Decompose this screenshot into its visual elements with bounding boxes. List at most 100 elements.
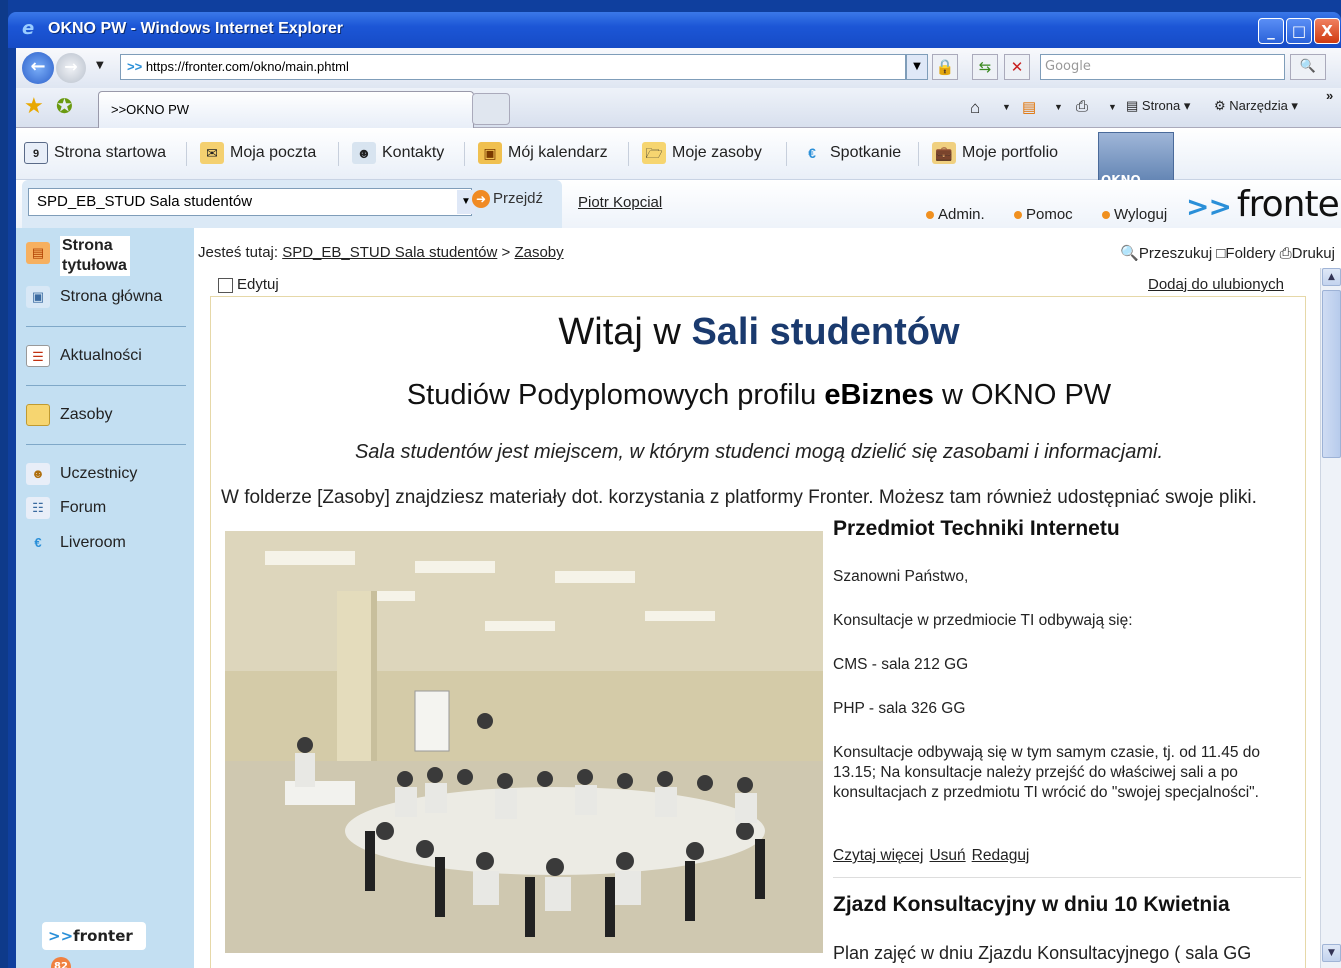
welcome-prefix: Witaj w bbox=[558, 311, 681, 353]
search-button[interactable]: 🔍 bbox=[1290, 54, 1326, 80]
rss-icon[interactable]: ▤ bbox=[1022, 98, 1036, 116]
refresh-icon[interactable]: ⇆ bbox=[972, 54, 998, 80]
favorites-star-icon[interactable]: ★ bbox=[24, 94, 44, 119]
menu-item-moje-portfolio[interactable]: 💼 Moje portfolio bbox=[932, 142, 1058, 166]
page-menu-label: Strona bbox=[1141, 98, 1181, 113]
search-input[interactable]: Google bbox=[1040, 54, 1285, 80]
delete-link[interactable]: Usuń bbox=[929, 847, 965, 864]
print-tool[interactable]: ⎙Drukuj bbox=[1280, 245, 1335, 262]
back-button[interactable]: ← bbox=[22, 52, 54, 84]
room-bar: SPD_EB_STUD Sala studentów ▼ ➜ Przejdź Pi… bbox=[16, 180, 1341, 228]
stop-icon[interactable]: ✕ bbox=[1004, 54, 1030, 80]
page-tools: 🔍Przeszukuj □Foldery ⎙Drukuj bbox=[1120, 244, 1335, 262]
home-icon[interactable]: ⌂ bbox=[970, 98, 980, 118]
edit-checkbox[interactable] bbox=[218, 277, 233, 293]
lock-icon[interactable]: 🔒 bbox=[932, 54, 958, 80]
new-tab-button[interactable] bbox=[472, 93, 510, 125]
search-tool[interactable]: 🔍Przeszukuj bbox=[1120, 245, 1212, 262]
news-icon: ☰ bbox=[26, 345, 50, 367]
minimize-button[interactable]: _ bbox=[1258, 18, 1284, 44]
bullet-icon bbox=[926, 211, 934, 220]
logout-link[interactable]: Wyloguj bbox=[1102, 206, 1167, 223]
breadcrumb-room-link[interactable]: SPD_EB_STUD Sala studentów bbox=[282, 244, 497, 261]
menu-item-kontakty[interactable]: ☻ Kontakty bbox=[352, 142, 444, 166]
article-greeting: Szanowni Państwo, bbox=[833, 568, 969, 585]
tab-okno-pw[interactable]: >>OKNO PW bbox=[98, 91, 474, 128]
menu-item-moje-zasoby[interactable]: 🗁 Moje zasoby bbox=[642, 142, 762, 166]
help-link[interactable]: Pomoc bbox=[1014, 206, 1073, 223]
read-more-link[interactable]: Czytaj więcej bbox=[833, 847, 923, 864]
address-bar[interactable]: >> https://fronter.com/okno/main.phtml bbox=[120, 54, 906, 80]
breadcrumb-prefix: Jesteś tutaj: bbox=[198, 244, 279, 261]
user-link[interactable]: Piotr Kopcial bbox=[578, 194, 662, 211]
breadcrumb-current-link[interactable]: Zasoby bbox=[514, 244, 563, 261]
maximize-button[interactable]: □ bbox=[1286, 18, 1312, 44]
sidebar-item-label: Aktualności bbox=[60, 347, 142, 365]
scroll-up-icon[interactable]: ▲ bbox=[1322, 268, 1341, 286]
rss-dropdown-icon[interactable]: ▼ bbox=[1054, 102, 1063, 112]
print-tool-label: Drukuj bbox=[1291, 245, 1335, 262]
page-menu[interactable]: ▤ Strona ▾ bbox=[1126, 98, 1190, 114]
print-icon[interactable]: ⎙ bbox=[1076, 98, 1088, 115]
menu-item-spotkanie[interactable]: € Spotkanie bbox=[800, 142, 901, 166]
home-dropdown-icon[interactable]: ▼ bbox=[1002, 102, 1011, 112]
search-icon: 🔍 bbox=[1299, 59, 1317, 74]
scroll-thumb[interactable] bbox=[1322, 290, 1341, 458]
menu-separator bbox=[786, 142, 787, 166]
print-dropdown-icon[interactable]: ▼ bbox=[1108, 102, 1117, 112]
title-page-icon: ▤ bbox=[26, 242, 50, 264]
edit-toggle[interactable]: Edytuj bbox=[218, 276, 279, 293]
close-button[interactable]: X bbox=[1314, 18, 1340, 44]
sidebar-divider bbox=[26, 444, 186, 445]
menu-item-moja-poczta[interactable]: ✉ Moja poczta bbox=[200, 142, 316, 166]
address-dropdown-icon[interactable]: ▼ bbox=[906, 54, 928, 80]
add-to-favorites-link[interactable]: Dodaj do ulubionych bbox=[1148, 276, 1284, 293]
room-select[interactable]: SPD_EB_STUD Sala studentów ▼ bbox=[28, 188, 475, 216]
badge-version: 82 bbox=[51, 957, 71, 968]
sidebar-item-strona-tytulowa[interactable]: ▤ Strona tytułowa bbox=[26, 236, 130, 276]
sidebar-item-uczestnicy[interactable]: ☻ Uczestnicy bbox=[26, 463, 137, 485]
go-button[interactable]: ➜ Przejdź bbox=[472, 190, 543, 209]
navigation-bar: ← → ▼ >> https://fronter.com/okno/main.p… bbox=[16, 48, 1341, 88]
folders-tool[interactable]: □Foldery bbox=[1216, 245, 1275, 262]
room-selector-area: SPD_EB_STUD Sala studentów ▼ ➜ Przejdź bbox=[22, 180, 562, 228]
page-icon: ▤ bbox=[1126, 98, 1142, 113]
breadcrumb-separator: > bbox=[501, 244, 511, 261]
forward-button[interactable]: → bbox=[56, 53, 86, 83]
classroom-photo bbox=[225, 531, 823, 953]
classroom-illustration bbox=[225, 531, 823, 953]
sidebar-item-liveroom[interactable]: € Liveroom bbox=[26, 532, 125, 554]
home-page-icon: ▣ bbox=[26, 286, 50, 308]
title-bar[interactable]: e OKNO PW - Windows Internet Explorer _ … bbox=[8, 12, 1341, 48]
article-zjazd: Zjazd Konsultacyjny w dniu 10 Kwietnia bbox=[833, 893, 1230, 917]
sidebar-item-strona-glowna[interactable]: ▣ Strona główna bbox=[26, 286, 162, 308]
more-commands-icon[interactable]: » bbox=[1326, 88, 1333, 103]
sidebar-item-label: Strona tytułowa bbox=[60, 236, 130, 276]
article-paragraph: Konsultacje odbywają się w tym samym cza… bbox=[833, 744, 1261, 801]
search-placeholder: Google bbox=[1045, 59, 1091, 74]
badge-arrows: >> bbox=[48, 927, 74, 945]
add-favorite-icon[interactable]: ✪ bbox=[56, 94, 73, 118]
history-dropdown-icon[interactable]: ▼ bbox=[96, 60, 104, 71]
tools-menu[interactable]: ⚙ Narzędzia ▾ bbox=[1214, 98, 1298, 114]
sidebar-item-zasoby[interactable]: Zasoby bbox=[26, 404, 112, 426]
help-label: Pomoc bbox=[1026, 206, 1073, 223]
sidebar-item-forum[interactable]: ☷ Forum bbox=[26, 497, 106, 519]
menu-item-strona-startowa[interactable]: 9 Strona startowa bbox=[24, 142, 166, 166]
sub-prefix: Studiów Podyplomowych profilu bbox=[406, 379, 817, 411]
menu-label: Kontakty bbox=[382, 144, 445, 162]
fronter-favicon-icon: >> bbox=[127, 59, 143, 74]
menu-item-moj-kalendarz[interactable]: ▣ Mój kalendarz bbox=[478, 142, 608, 166]
edit-link[interactable]: Redaguj bbox=[972, 847, 1030, 864]
ie-icon: e bbox=[22, 18, 35, 39]
magnifier-icon: 🔍 bbox=[1120, 245, 1139, 262]
sidebar-item-aktualnosci[interactable]: ☰ Aktualności bbox=[26, 345, 142, 367]
participants-icon: ☻ bbox=[26, 463, 50, 485]
favorites-bar: ★ ✪ >>OKNO PW ⌂ ▼ ▤ ▼ ⎙ ▼ ▤ Strona ▾ ⚙ N… bbox=[16, 88, 1341, 128]
admin-link[interactable]: Admin. bbox=[926, 206, 985, 223]
menu-separator bbox=[186, 142, 187, 166]
folders-tool-label: Foldery bbox=[1225, 245, 1276, 262]
sidebar-item-label: Forum bbox=[60, 499, 107, 517]
vertical-scrollbar[interactable]: ▲ ▼ bbox=[1320, 268, 1341, 968]
scroll-down-icon[interactable]: ▼ bbox=[1322, 944, 1341, 962]
